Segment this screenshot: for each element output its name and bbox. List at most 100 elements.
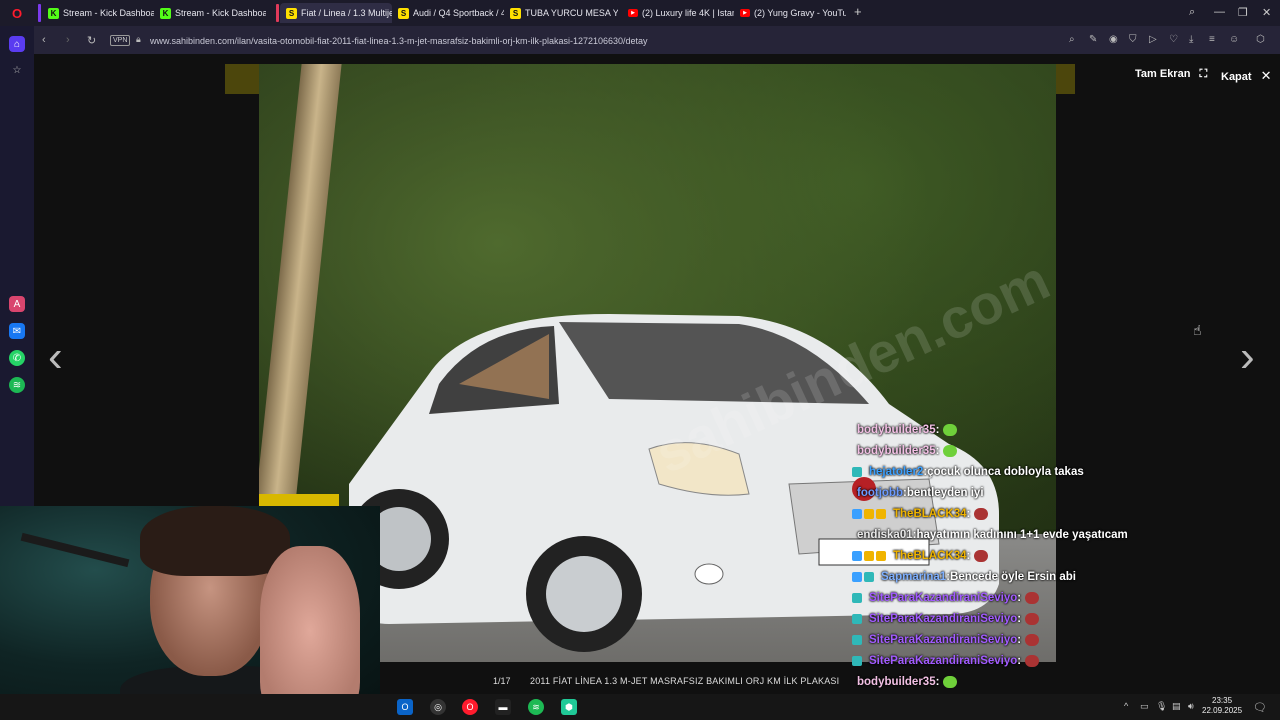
play-icon[interactable]: ▷ <box>1149 34 1157 45</box>
close-button[interactable]: Kapat ✕ <box>1221 68 1272 84</box>
profile-icon[interactable]: ☺ <box>1229 34 1239 45</box>
taskbar-clock[interactable]: 23:35 22.09.2025 <box>1202 696 1242 716</box>
chat-username[interactable]: bodybuilder35 <box>857 676 936 688</box>
camera-icon[interactable]: ◉ <box>1109 34 1118 45</box>
sahibinden-icon: S <box>398 7 409 19</box>
chat-message: hejatoler2 : çocuk olunca dobloyla takas <box>852 462 1280 482</box>
chat-message: TheBLACK34 : <box>852 504 1280 524</box>
next-photo-icon[interactable]: › <box>1240 332 1255 382</box>
chat-separator: : <box>966 508 971 520</box>
tray-device-icon[interactable]: ▭ <box>1140 701 1149 712</box>
chat-emote-icon <box>1025 634 1040 646</box>
app-icon[interactable]: ⬢ <box>561 699 577 715</box>
chat-username[interactable]: Sapmarina1 <box>881 571 946 583</box>
chat-message: bodybuilder35 : <box>852 420 1280 440</box>
tab-label: Fiat / Linea / 1.3 Multijet <box>301 8 392 18</box>
extensions-icon[interactable]: ⬡ <box>1256 34 1265 45</box>
taskbar <box>0 694 1280 720</box>
chat-badge-icon <box>852 635 862 645</box>
back-icon[interactable]: ‹ <box>42 34 46 46</box>
menu-icon[interactable]: ≡ <box>1209 34 1215 45</box>
messenger-icon[interactable]: ✉ <box>9 323 25 339</box>
download-icon[interactable]: ⤓ <box>1189 34 1193 45</box>
tab-kick-dashboard-2[interactable]: K Stream - Kick Dashboard <box>154 3 266 23</box>
minimize-icon[interactable]: — <box>1214 6 1225 18</box>
youtube-icon: ▶ <box>628 9 638 17</box>
maximize-icon[interactable]: ❐ <box>1238 6 1248 19</box>
prev-photo-icon[interactable]: ‹ <box>48 332 63 382</box>
chat-badge-icon <box>852 551 862 561</box>
lock-icon[interactable]: 🔒︎ <box>136 34 141 45</box>
notifications-icon[interactable]: 🗨︎ <box>1253 701 1267 714</box>
chat-separator: : <box>1017 655 1022 667</box>
chat-username[interactable]: SiteParaKazandiraniSeviyo <box>869 634 1017 646</box>
obs-icon[interactable]: ◎ <box>430 699 446 715</box>
chat-badge-icon <box>876 509 886 519</box>
chat-username[interactable]: bodybuilder35 <box>857 445 936 457</box>
home-icon[interactable]: ⌂ <box>9 36 25 52</box>
fullscreen-icon: ⛶ <box>1199 68 1208 80</box>
chat-badge-icon <box>852 656 862 666</box>
aria-icon[interactable]: A <box>9 296 25 312</box>
edit-icon[interactable]: ✎ <box>1089 34 1097 45</box>
chat-badge-icon <box>852 593 862 603</box>
outlook-icon[interactable]: O <box>397 699 413 715</box>
new-tab-icon[interactable]: + <box>854 4 862 19</box>
youtube-icon: ▶ <box>740 9 750 17</box>
chat-badge-icon <box>864 551 874 561</box>
chat-username[interactable]: endiska01 <box>857 529 913 541</box>
network-icon[interactable]: ▤ <box>1172 701 1181 712</box>
chat-message: SiteParaKazandiraniSeviyo : <box>852 651 1280 671</box>
tab-fiat-linea[interactable]: S Fiat / Linea / 1.3 Multijet <box>280 3 392 23</box>
chat-message: SiteParaKazandiraniSeviyo : <box>852 609 1280 629</box>
opera-icon[interactable]: O <box>462 699 478 715</box>
chat-username[interactable]: SiteParaKazandiraniSeviyo <box>869 655 1017 667</box>
tray-chevron-icon[interactable]: ^ <box>1124 701 1128 711</box>
chat-badge-icon <box>852 572 862 582</box>
star-icon[interactable]: ☆ <box>9 62 25 78</box>
chat-text: Bencede öyle Ersin abi <box>950 571 1076 583</box>
tab-label: TUBA YURCU MESA YEŞİL <box>525 8 618 18</box>
search-tabs-icon[interactable]: ⌕ <box>1189 6 1195 19</box>
whatsapp-icon[interactable]: ✆ <box>9 350 25 366</box>
chat-username[interactable]: bodybuilder35 <box>857 424 936 436</box>
tab-label: Stream - Kick Dashboard <box>63 8 154 18</box>
close-window-icon[interactable]: ✕ <box>1262 6 1271 19</box>
chat-separator: : <box>935 424 940 436</box>
tab-kick-dashboard-1[interactable]: K Stream - Kick Dashboard <box>42 3 154 23</box>
tab-luxury-life[interactable]: ▶ (2) Luxury life 4K | Istanbul <box>622 3 734 23</box>
shield-icon[interactable]: ⛉ <box>1129 34 1137 45</box>
tab-bar: O K Stream - Kick Dashboard K Stream - K… <box>0 0 1280 26</box>
vpn-badge[interactable]: VPN <box>110 35 131 46</box>
volume-icon[interactable]: 🔊︎ <box>1188 701 1194 712</box>
chat-username[interactable]: TheBLACK34 <box>893 508 966 520</box>
fullscreen-button[interactable]: Tam Ekran ⛶ <box>1135 68 1207 81</box>
chat-username[interactable]: SiteParaKazandiraniSeviyo <box>869 613 1017 625</box>
tab-group-stripe <box>276 4 279 22</box>
tab-yung-gravy[interactable]: ▶ (2) Yung Gravy - YouTube <box>734 3 846 23</box>
sahibinden-icon: S <box>286 7 297 19</box>
chat-emote-icon <box>1025 613 1040 625</box>
chat-separator: : <box>1017 634 1022 646</box>
opera-menu-icon[interactable]: O <box>9 5 25 21</box>
spotify-icon[interactable]: ≋ <box>9 377 25 393</box>
kick-icon: K <box>48 7 59 19</box>
spotify-taskbar-icon[interactable]: ≋ <box>528 699 544 715</box>
zoom-icon[interactable]: ⌕ <box>1069 34 1075 45</box>
chat-username[interactable]: SiteParaKazandiraniSeviyo <box>869 592 1017 604</box>
chat-username[interactable]: TheBLACK34 <box>893 550 966 562</box>
reload-icon[interactable]: ↻ <box>87 34 96 47</box>
mic-icon[interactable]: 🎙︎ <box>1156 701 1167 712</box>
forward-icon[interactable]: › <box>66 34 70 46</box>
chat-message: footjobb : bentleyden iyi <box>852 483 1280 503</box>
terminal-icon[interactable]: ▬ <box>495 699 511 715</box>
chat-emote-icon <box>974 508 989 520</box>
chat-username[interactable]: footjobb <box>857 487 903 499</box>
tab-tuba-yurcu[interactable]: S TUBA YURCU MESA YEŞİL <box>504 3 618 23</box>
tab-audi-q4[interactable]: S Audi / Q4 Sportback / 45 <box>392 3 504 23</box>
tab-label: Audi / Q4 Sportback / 45 <box>413 8 504 18</box>
url-field[interactable]: www.sahibinden.com/ilan/vasita-otomobil-… <box>150 36 648 46</box>
chat-emote-icon <box>943 424 958 436</box>
heart-icon[interactable]: ♡ <box>1169 34 1178 45</box>
chat-username[interactable]: hejatoler2 <box>869 466 923 478</box>
